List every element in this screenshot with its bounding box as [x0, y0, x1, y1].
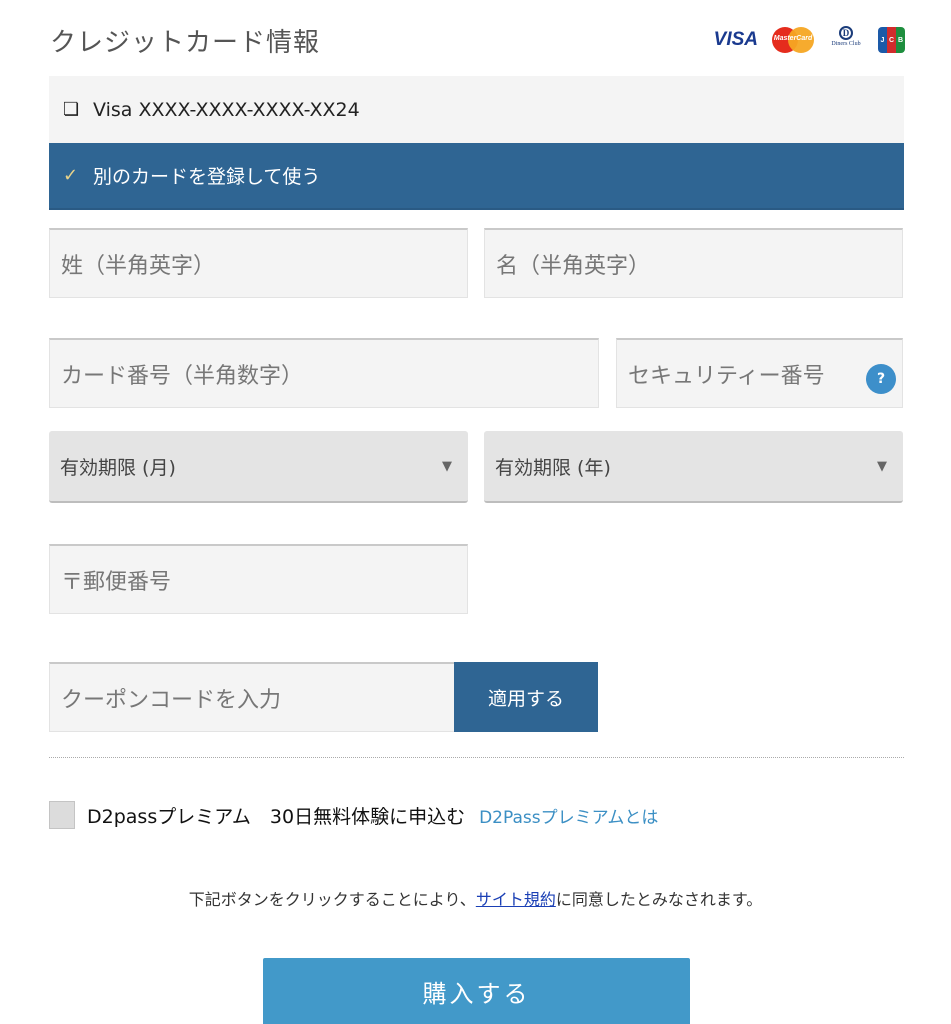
card-number-field[interactable]: カード番号（半角数字） — [49, 338, 599, 408]
agreement-suffix: に同意したとみなされます。 — [555, 890, 763, 909]
premium-info-link[interactable]: D2Passプレミアムとは — [479, 803, 658, 828]
terms-agreement-text: 下記ボタンをクリックすることにより、サイト規約に同意したとみなされます。 — [0, 886, 951, 910]
new-card-label: 別のカードを登録して使う — [93, 166, 321, 188]
chevron-down-icon: ▼ — [877, 459, 887, 474]
last-name-field[interactable]: 姓（半角英字） — [49, 228, 468, 298]
expiry-year-select[interactable]: 有効期限 (年) ▼ — [484, 431, 903, 503]
card-number-placeholder: カード番号（半角数字） — [61, 363, 304, 389]
security-code-field[interactable]: セキュリティー番号 ? — [616, 338, 903, 408]
saved-card-label: Visa XXXX-XXXX-XXXX-XX24 — [93, 98, 360, 121]
new-card-option[interactable]: ✓ 別のカードを登録して使う — [49, 143, 904, 210]
visa-logo-icon: VISA — [713, 29, 758, 50]
checkmark-icon: ✓ — [63, 165, 79, 186]
credit-card-header: クレジットカード情報 VISA MasterCard D Diners Club… — [50, 22, 905, 62]
coupon-code-placeholder: クーポンコードを入力 — [61, 687, 282, 713]
card-brand-logos: VISA MasterCard D Diners Club JCB — [714, 26, 905, 54]
postal-code-field[interactable]: 〒郵便番号 — [49, 544, 468, 614]
coupon-code-field[interactable]: クーポンコードを入力 — [49, 662, 455, 732]
security-code-placeholder: セキュリティー番号 — [628, 363, 825, 389]
saved-card-option[interactable]: ❏ Visa XXXX-XXXX-XXXX-XX24 — [49, 76, 904, 143]
agreement-prefix: 下記ボタンをクリックすることにより、 — [188, 890, 476, 909]
purchase-button[interactable]: 購入する — [263, 958, 690, 1024]
mastercard-logo-icon: MasterCard — [772, 27, 814, 53]
card-selection: ❏ Visa XXXX-XXXX-XXXX-XX24 ✓ 別のカードを登録して使… — [49, 76, 904, 210]
checkbox-icon: ❏ — [63, 99, 80, 120]
premium-trial-label: D2passプレミアム 30日無料体験に申込む — [87, 805, 466, 828]
help-icon[interactable]: ? — [866, 364, 896, 394]
premium-trial-checkbox[interactable] — [49, 801, 75, 829]
site-terms-link[interactable]: サイト規約 — [476, 890, 556, 909]
first-name-field[interactable]: 名（半角英字） — [484, 228, 903, 298]
expiry-month-label: 有効期限 (月) — [60, 456, 176, 479]
premium-trial-row: D2passプレミアム 30日無料体験に申込む D2Passプレミアムとは — [49, 800, 658, 830]
postal-code-placeholder: 〒郵便番号 — [61, 569, 172, 595]
expiry-year-label: 有効期限 (年) — [495, 456, 611, 479]
chevron-down-icon: ▼ — [442, 459, 452, 474]
first-name-placeholder: 名（半角英字） — [496, 253, 651, 279]
page-title: クレジットカード情報 — [50, 28, 321, 58]
divider — [49, 757, 904, 758]
diners-club-logo-icon: D Diners Club — [831, 26, 861, 47]
apply-coupon-button[interactable]: 適用する — [454, 662, 598, 732]
expiry-month-select[interactable]: 有効期限 (月) ▼ — [49, 431, 468, 503]
last-name-placeholder: 姓（半角英字） — [61, 253, 216, 279]
jcb-logo-icon: JCB — [878, 27, 905, 53]
